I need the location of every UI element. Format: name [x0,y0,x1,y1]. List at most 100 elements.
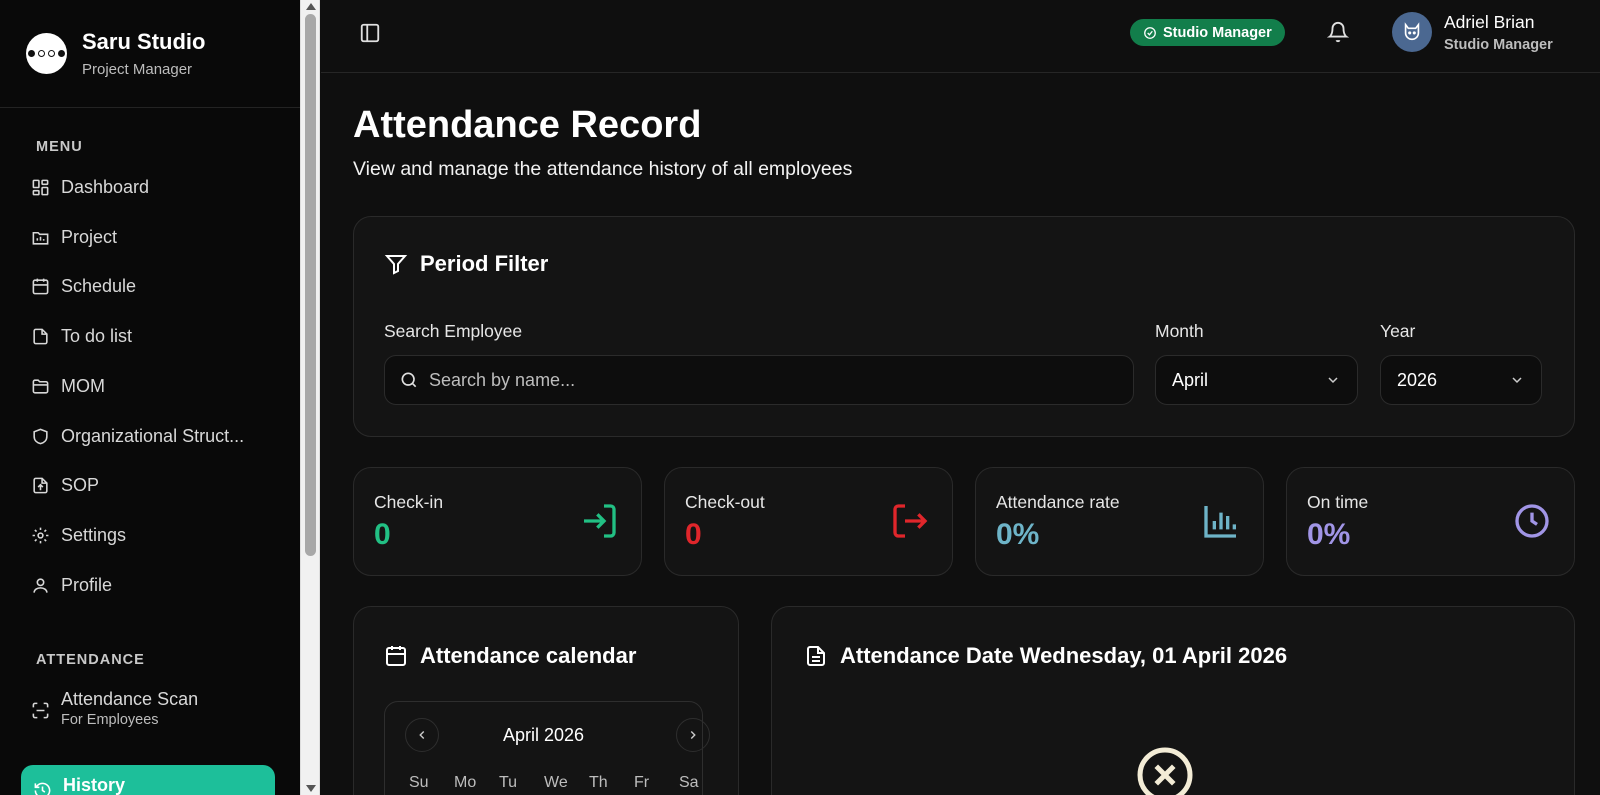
sidebar-item-attendance-scan[interactable]: Attendance Scan For Employees [31,688,271,736]
sidebar-item-label: Dashboard [61,176,150,197]
calendar-weekdays: Su Mo Tu We Th Fr Sa [409,774,724,792]
user-role: Studio Manager [1444,37,1553,53]
attendance-calendar-title: Attendance calendar [384,643,636,669]
weekday-label: Tu [499,774,518,791]
page-title: Attendance Record [353,104,702,146]
sidebar-item-organizational-structure[interactable]: Organizational Struct... [31,421,271,451]
calendar-widget: April 2026 Su Mo Tu We Th Fr Sa [384,701,710,795]
year-select[interactable]: 2026 [1380,355,1542,405]
filter-icon [384,255,408,275]
history-icon [34,782,51,795]
stat-label: Check-out [685,492,765,512]
sidebar-item-label: Settings [61,524,127,545]
logout-icon [893,504,928,538]
weekday-label: Sa [679,774,699,791]
clock-icon [1515,504,1549,538]
brand-subtitle: Project Manager [82,61,193,78]
sidebar-item-profile[interactable]: Profile [31,570,271,600]
chevron-right-icon [690,731,696,739]
sidebar-toggle-icon[interactable] [359,22,381,44]
bar-chart-icon [1204,506,1236,538]
attendance-detail-card: Attendance Date Wednesday, 01 April 2026 [771,606,1575,795]
search-employee-label: Search Employee [384,321,523,341]
stat-label: Attendance rate [996,492,1120,512]
document-icon [807,646,825,666]
sidebar-item-todo[interactable]: To do list [31,321,271,351]
scroll-down-arrow-icon[interactable] [306,785,316,792]
sidebar-item-label: Schedule [61,275,137,296]
search-input[interactable] [429,369,1133,391]
check-circle-icon [1144,26,1156,39]
sidebar: Saru Studio Project Manager MENU Dashboa… [0,0,300,795]
stat-card-check-out: Check-out 0 [664,467,953,576]
weekday-label: We [544,774,568,791]
gear-icon [32,527,49,543]
sidebar-item-project[interactable]: Project [31,222,271,252]
sidebar-scrollbar[interactable] [300,0,320,795]
sidebar-item-label: SOP [61,474,100,495]
month-select-value: April [1172,369,1209,390]
search-employee-field[interactable] [384,355,1134,405]
period-filter-card: Period Filter Search Employee Month Apri… [353,216,1575,437]
brand: Saru Studio Project Manager [0,0,300,108]
cat-icon [1404,22,1420,41]
close-circle-icon [1137,747,1193,795]
scroll-up-arrow-icon[interactable] [306,3,316,10]
stat-value: 0% [1307,518,1351,551]
calendar-icon [32,278,49,294]
chevron-down-icon [1328,377,1338,384]
weekday-label: Th [589,774,608,791]
sidebar-item-label: Profile [61,574,113,595]
weekday-label: Fr [634,774,650,791]
avatar[interactable] [1392,12,1432,52]
folder-icon [32,378,49,394]
file-upload-icon [33,477,48,493]
chevron-down-icon [1512,377,1522,384]
sidebar-item-history[interactable]: History [21,765,275,795]
attendance-detail-title: Attendance Date Wednesday, 01 April 2026 [804,643,1287,669]
month-select[interactable]: April [1155,355,1358,405]
month-label: Month [1155,321,1204,341]
sidebar-item-label: MOM [61,375,105,396]
dashboard-icon [32,179,49,195]
user-name: Adriel Brian [1444,12,1535,32]
weekday-label: Mo [454,774,477,791]
year-select-value: 2026 [1397,369,1438,390]
attendance-calendar-card: Attendance calendar April 2026 Su Mo Tu … [353,606,739,795]
calendar-month-label: April 2026 [502,725,585,745]
sidebar-item-dashboard[interactable]: Dashboard [31,172,271,202]
sidebar-item-mom[interactable]: MOM [31,371,271,401]
user-icon [33,577,48,593]
calendar-next-button[interactable] [676,718,710,752]
topbar: Studio Manager Adriel Brian Studio Manag… [321,0,1600,73]
sidebar-item-settings[interactable]: Settings [31,520,271,550]
role-badge: Studio Manager [1130,19,1285,46]
period-filter-title: Period Filter [384,251,548,277]
login-icon [584,504,616,538]
page-subtitle: View and manage the attendance history o… [353,158,853,180]
scan-icon [32,702,49,719]
sidebar-item-label: History [63,775,126,795]
sidebar-item-sop[interactable]: SOP [31,470,271,500]
calendar-icon [386,646,406,666]
role-badge-label: Studio Manager [1163,24,1272,41]
sidebar-item-label: To do list [61,325,133,346]
project-icon [32,231,49,245]
shield-icon [33,428,48,444]
stat-card-check-in: Check-in 0 [353,467,642,576]
sidebar-item-sublabel: For Employees [61,712,159,728]
stat-label: On time [1307,492,1369,512]
stat-label: Check-in [374,492,444,512]
sidebar-item-label: Organizational Struct... [61,425,245,446]
stat-value: 0 [374,518,391,551]
weekday-label: Su [409,774,429,791]
sidebar-item-schedule[interactable]: Schedule [31,271,271,301]
scrollbar-thumb[interactable] [305,14,316,556]
bell-icon[interactable] [1327,21,1349,43]
stat-card-attendance-rate: Attendance rate 0% [975,467,1264,576]
file-icon [33,328,48,344]
stat-value: 0% [996,518,1040,551]
brand-title: Saru Studio [82,29,206,54]
menu-section-label: MENU [36,139,83,155]
sidebar-item-label: Attendance Scan [61,689,199,709]
